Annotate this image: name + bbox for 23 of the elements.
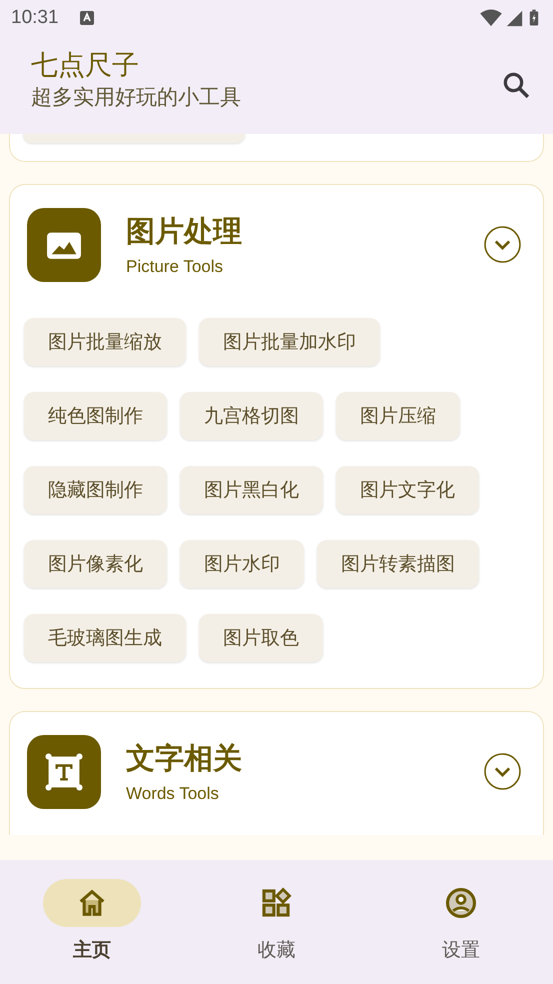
tool-chip[interactable]: 隐藏图制作 — [24, 466, 167, 514]
tool-chip[interactable]: 图片水印 — [180, 540, 304, 588]
section-subtitle: Picture Tools — [126, 257, 224, 277]
tool-chip[interactable]: 图片压缩 — [336, 392, 460, 440]
tool-chip[interactable]: 图片转素描图 — [317, 540, 479, 588]
section-title: 文字相关 — [126, 740, 243, 777]
tool-chip[interactable]: 纯色图制作 — [24, 392, 167, 440]
app-subtitle: 超多实用好玩的小工具 — [31, 84, 242, 111]
tool-chip[interactable]: 图片黑白化 — [180, 466, 323, 514]
nav-label[interactable]: 收藏 — [257, 937, 296, 963]
tool-chip[interactable]: 图片批量加水印 — [199, 318, 380, 366]
tool-chip[interactable]: 图片批量缩放 — [24, 318, 186, 366]
section-subtitle: Words Tools — [126, 784, 220, 804]
tool-chip[interactable]: 图片像素化 — [24, 540, 167, 588]
tool-chip[interactable]: 九宫格切图 — [180, 392, 323, 440]
tool-chip[interactable]: 图片取色 — [199, 614, 323, 662]
section-title: 图片处理 — [126, 213, 243, 250]
app-title: 七点尺子 — [31, 49, 140, 83]
clock-time: 10:31 — [11, 7, 59, 29]
nav-label[interactable]: 主页 — [73, 937, 112, 963]
tool-chip[interactable]: 图片文字化 — [336, 466, 479, 514]
nav-label[interactable]: 设置 — [442, 937, 480, 963]
tool-chip[interactable]: 毛玻璃图生成 — [24, 614, 186, 662]
